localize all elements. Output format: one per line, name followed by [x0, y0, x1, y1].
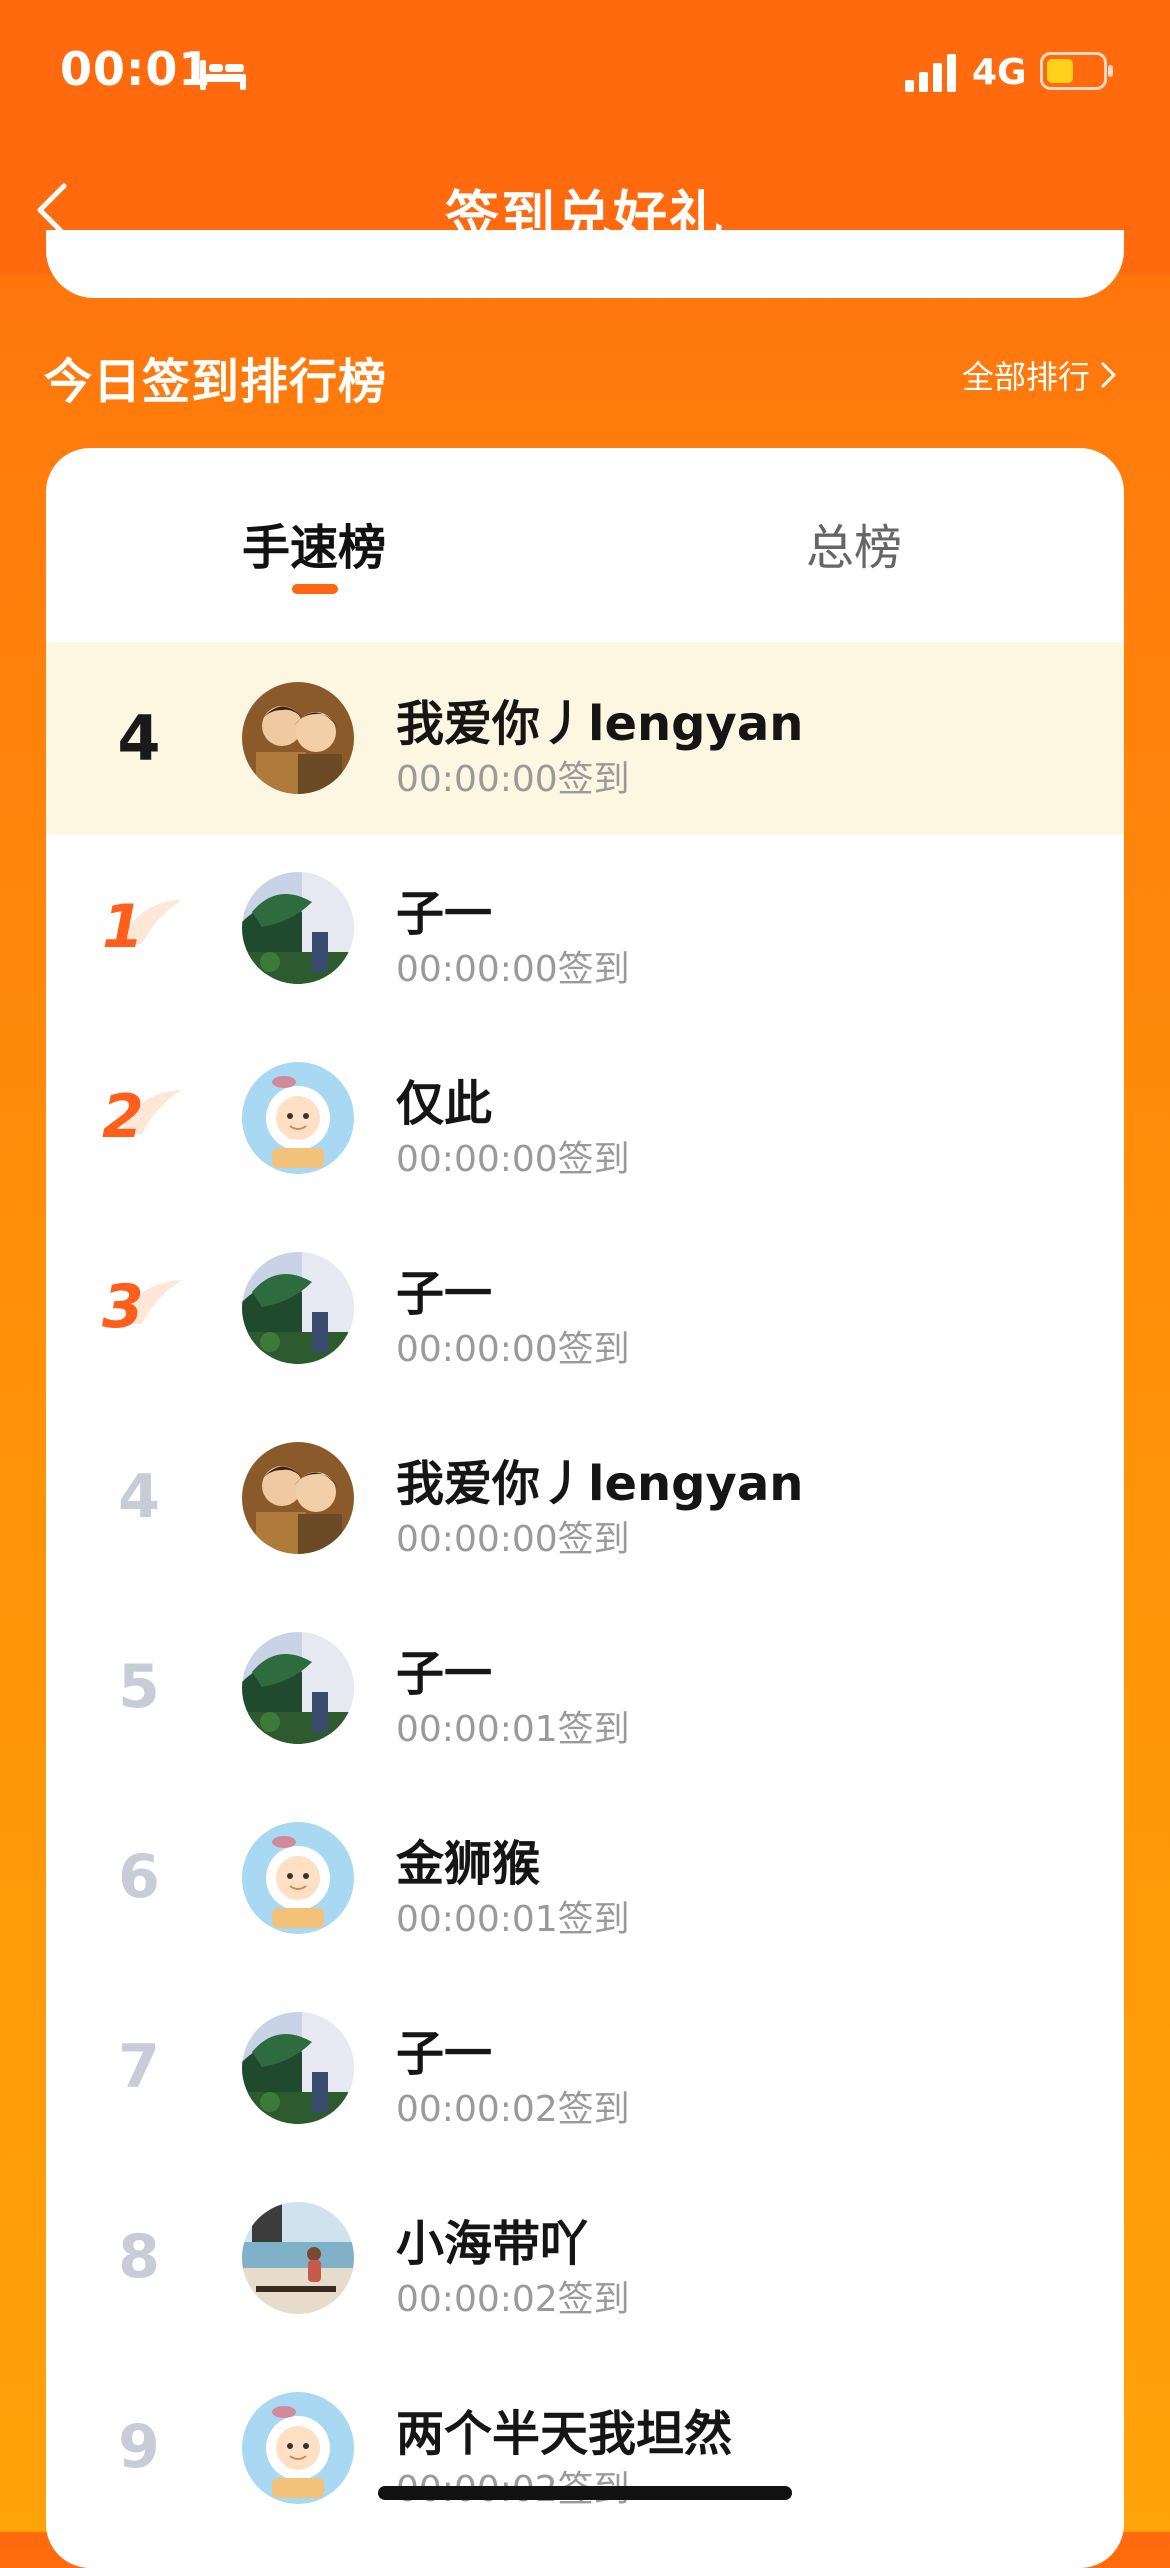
- avatar[interactable]: [242, 1822, 354, 1934]
- active-tab-indicator: [292, 584, 338, 594]
- avatar[interactable]: [242, 1252, 354, 1364]
- network-type-label: 4G: [972, 52, 1027, 93]
- user-name: 我爱你丿lengyan: [396, 696, 804, 752]
- rank-number: 8: [118, 2222, 160, 2292]
- status-time: 00:01: [60, 42, 212, 96]
- my-rank-row[interactable]: 4 我爱你丿lengyan 00:00:00签到: [46, 642, 1124, 834]
- leaderboard-row[interactable]: 6 金狮猴 00:00:01签到: [46, 1782, 1124, 1974]
- user-name: 金狮猴: [396, 1836, 541, 1892]
- checkin-time: 00:00:00签到: [396, 949, 630, 990]
- battery-icon: [1040, 52, 1113, 90]
- leaderboard-row[interactable]: 3 子一 00:00:00签到: [46, 1212, 1124, 1404]
- leaderboard-row[interactable]: 2 仅此 00:00:00签到: [46, 1022, 1124, 1214]
- avatar[interactable]: [242, 2012, 354, 2124]
- sleep-mode-icon: [200, 60, 246, 90]
- user-name: 子一: [396, 1266, 493, 1322]
- rank-number: 9: [118, 2412, 160, 2482]
- rank-number: 2: [102, 1082, 144, 1152]
- leaderboard-row[interactable]: 1 子一 00:00:00签到: [46, 832, 1124, 1024]
- checkin-time: 00:00:01签到: [396, 1899, 630, 1940]
- leaderboard-row[interactable]: 8 小海带吖 00:00:02签到: [46, 2162, 1124, 2354]
- avatar[interactable]: [242, 682, 354, 794]
- rank-number: 4: [118, 1462, 160, 1532]
- status-bar: 00:01 4G: [0, 0, 1170, 150]
- rank-number: 4: [117, 702, 161, 775]
- leaderboard-card: 手速榜 总榜 4 我爱你丿lengyan 00:00:00签到 1 子一 00:00:00…: [46, 448, 1124, 2568]
- user-name: 子一: [396, 2026, 493, 2082]
- leaderboard-row[interactable]: 4 我爱你丿lengyan 00:00:00签到: [46, 1402, 1124, 1594]
- tab-speed-ranking[interactable]: 手速榜: [242, 508, 386, 578]
- leaderboard-row[interactable]: 5 子一 00:00:01签到: [46, 1592, 1124, 1784]
- checkin-time: 00:00:01签到: [396, 1709, 630, 1750]
- user-name: 仅此: [396, 1076, 493, 1132]
- navigation-bar: 签到兑好礼: [0, 150, 1170, 274]
- all-rankings-label: 全部排行: [961, 358, 1090, 396]
- checkin-time: 00:00:00签到: [396, 1519, 630, 1560]
- user-name: 子一: [396, 886, 493, 942]
- rank-number: 1: [102, 892, 144, 962]
- checkin-time: 00:00:02签到: [396, 2089, 630, 2130]
- rank-number: 7: [118, 2032, 160, 2102]
- rank-number: 6: [118, 1842, 160, 1912]
- checkin-time: 00:00:00签到: [396, 1139, 630, 1180]
- all-rankings-link[interactable]: 全部排行: [962, 352, 1118, 398]
- avatar[interactable]: [242, 1632, 354, 1744]
- leaderboard-row[interactable]: 9两个半天我坦然00:00:02签到: [46, 2352, 1124, 2544]
- chevron-right-icon: [1101, 362, 1116, 388]
- user-name: 两个半天我坦然: [396, 2406, 733, 2462]
- tab-total-ranking[interactable]: 总榜: [806, 508, 902, 578]
- checkin-time: 00:00:00签到: [396, 1329, 630, 1370]
- avatar[interactable]: [242, 1062, 354, 1174]
- avatar[interactable]: [242, 2202, 354, 2314]
- user-name: 我爱你丿lengyan: [396, 1456, 804, 1512]
- home-indicator: [378, 2486, 792, 2500]
- rank-number: 3: [102, 1272, 144, 1342]
- cellular-signal-icon: [905, 54, 956, 92]
- rank-number: 5: [118, 1652, 160, 1722]
- checkin-time: 00:00:02签到: [396, 2279, 630, 2320]
- checkin-time: 00:00:00签到: [396, 759, 630, 800]
- leaderboard-section-title: 今日签到排行榜: [44, 354, 388, 410]
- avatar[interactable]: [242, 2392, 354, 2504]
- page-title: 签到兑好礼: [445, 185, 725, 248]
- avatar[interactable]: [242, 872, 354, 984]
- leaderboard-row[interactable]: 7 子一 00:00:02签到: [46, 1972, 1124, 2164]
- user-name: 小海带吖: [396, 2216, 589, 2272]
- user-name: 子一: [396, 1646, 493, 1702]
- avatar[interactable]: [242, 1442, 354, 1554]
